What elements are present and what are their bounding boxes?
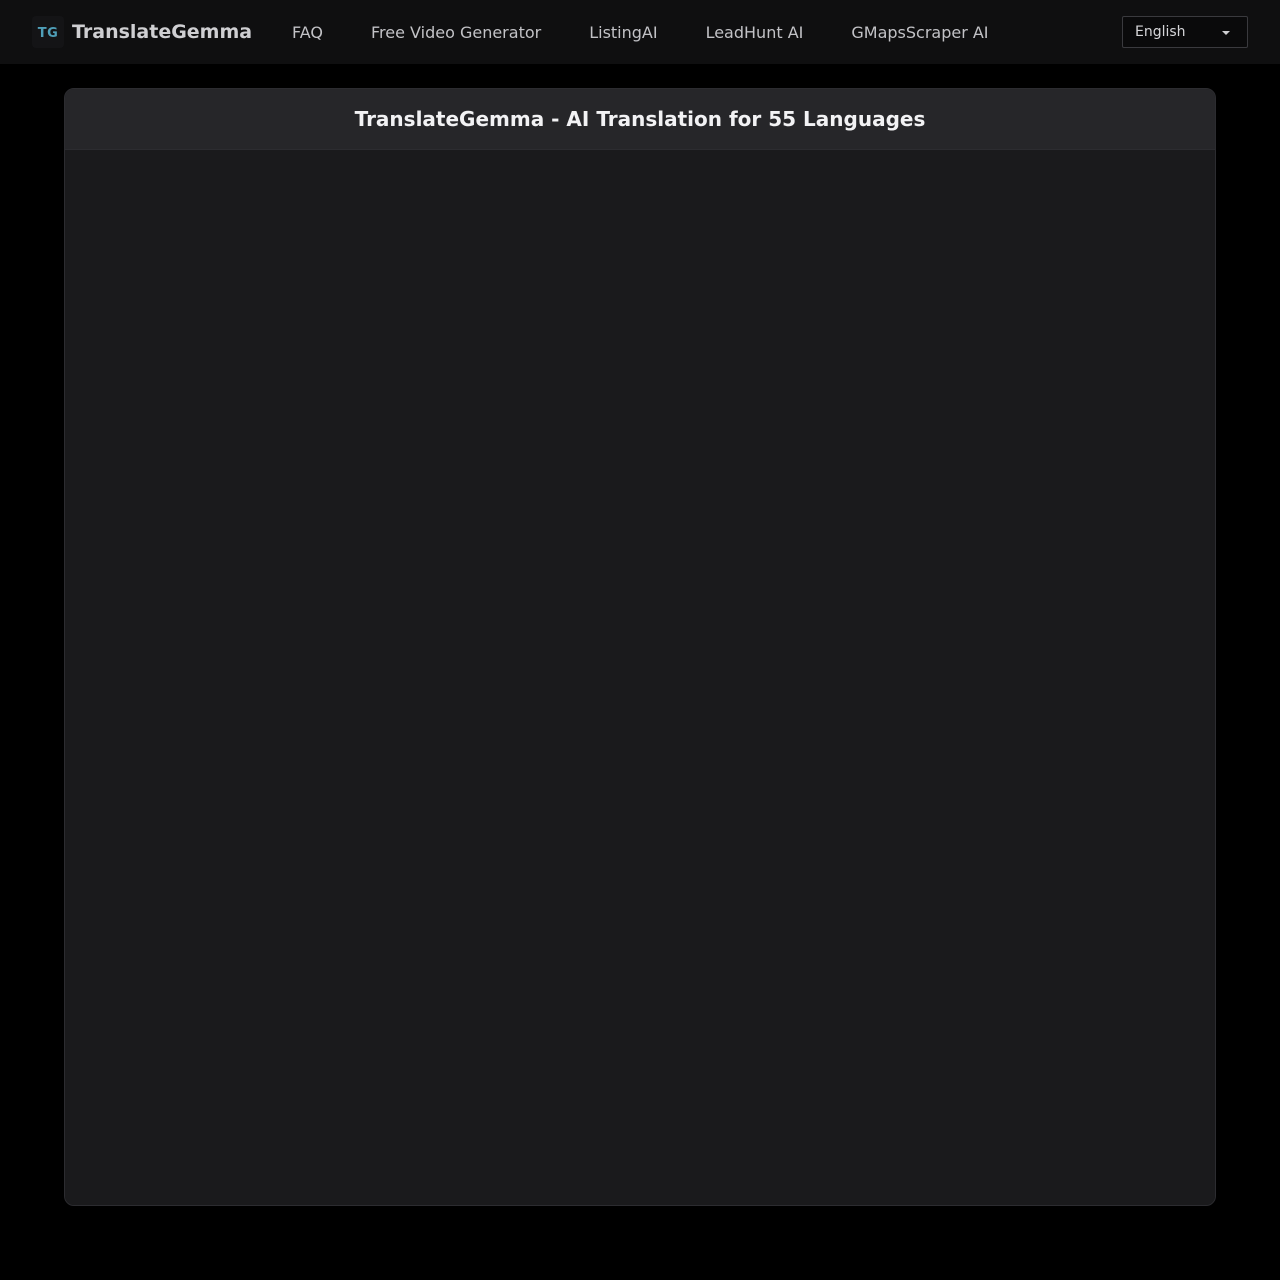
top-navigation-bar: TG TranslateGemma FAQ Free Video Generat… (0, 0, 1280, 64)
language-select-value: English (1135, 24, 1186, 40)
nav-link-leadhunt-ai[interactable]: LeadHunt AI (682, 23, 828, 42)
nav-link-listingai[interactable]: ListingAI (565, 23, 681, 42)
nav-link-free-video-generator[interactable]: Free Video Generator (347, 23, 565, 42)
chevron-down-icon (1222, 31, 1230, 35)
nav-link-faq[interactable]: FAQ (268, 23, 347, 42)
logo-icon: TG (32, 16, 64, 48)
brand-home-link[interactable]: TG TranslateGemma (32, 16, 252, 48)
translator-card: TranslateGemma - AI Translation for 55 L… (64, 88, 1216, 1206)
page-title: TranslateGemma - AI Translation for 55 L… (354, 107, 926, 131)
language-select[interactable]: English (1122, 16, 1248, 48)
main-nav: FAQ Free Video Generator ListingAI LeadH… (268, 0, 1013, 64)
brand-name: TranslateGemma (72, 21, 253, 43)
card-header: TranslateGemma - AI Translation for 55 L… (65, 89, 1215, 150)
nav-link-gmapsscraper-ai[interactable]: GMapsScraper AI (827, 23, 1012, 42)
translator-frame[interactable] (65, 150, 1215, 1205)
